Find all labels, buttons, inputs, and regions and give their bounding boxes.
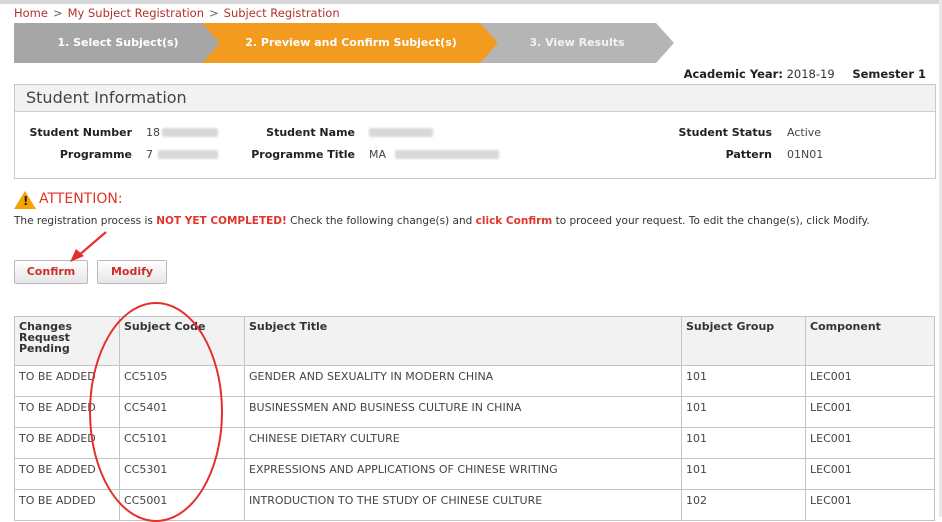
programme-title-value: MA (369, 148, 387, 161)
breadcrumb-my-registration-link[interactable]: My Subject Registration (68, 6, 204, 20)
student-status-value: Active (787, 126, 822, 139)
breadcrumb: Home > My Subject Registration > Subject Reg… (14, 6, 340, 20)
breadcrumb-separator: > (52, 6, 63, 20)
modify-button[interactable]: Modify (97, 260, 167, 284)
cell-subject-group: 102 (681, 489, 806, 521)
msg-text-2: Check the following change(s) and (286, 215, 476, 227)
programme-value: 7 (146, 148, 153, 161)
redacted-block (162, 128, 218, 137)
subjects-table: Changes Request Pending Subject Code Sub… (14, 316, 935, 521)
msg-text-1: The registration process is (14, 215, 157, 227)
breadcrumb-home-link[interactable]: Home (14, 6, 48, 20)
student-info-title: Student Information (15, 85, 935, 112)
cell-subject-title: CHINESE DIETARY CULTURE (244, 427, 682, 459)
cell-subject-title: EXPRESSIONS AND APPLICATIONS OF CHINESE … (244, 458, 682, 490)
cell-subject-code: CC5101 (119, 427, 245, 459)
cell-subject-group: 101 (681, 427, 806, 459)
academic-year-label: Academic Year: (683, 67, 783, 81)
cell-component: LEC001 (805, 458, 935, 490)
msg-click-confirm: click Confirm (475, 215, 553, 227)
redacted-block (369, 128, 433, 137)
cell-component: LEC001 (805, 365, 935, 397)
cell-component: LEC001 (805, 427, 935, 459)
cell-subject-title: BUSINESSMEN AND BUSINESS CULTURE IN CHIN… (244, 396, 682, 428)
redacted-block (395, 150, 499, 159)
cell-component: LEC001 (805, 396, 935, 428)
academic-year-value: 2018-19 (786, 67, 835, 81)
cell-subject-code: CC5105 (119, 365, 245, 397)
pattern-value: 01N01 (787, 148, 824, 161)
annotation-arrow-line (77, 231, 107, 257)
cell-subject-title: GENDER AND SEXUALITY IN MODERN CHINA (244, 365, 682, 397)
academic-year-row: Academic Year: 2018-19 Semester 1 (684, 67, 926, 81)
warning-icon-mark: ! (23, 194, 29, 208)
attention-message: The registration process is NOT YET COMP… (14, 215, 930, 227)
breadcrumb-current: Subject Registration (223, 6, 340, 20)
step-select-subjects: 1. Select Subject(s) (14, 23, 222, 63)
student-name-label: Student Name (266, 126, 355, 139)
step-preview-confirm: 2. Preview and Confirm Subject(s) (202, 23, 500, 63)
table-row: TO BE ADDED CC5105 GENDER AND SEXUALITY … (14, 365, 935, 397)
pattern-label: Pattern (725, 148, 772, 161)
cell-subject-group: 101 (681, 365, 806, 397)
window-top-edge (0, 0, 942, 4)
table-row: TO BE ADDED CC5401 BUSINESSMEN AND BUSIN… (14, 396, 935, 428)
student-info-panel: Student Information Student Number 18 Pr… (14, 84, 936, 179)
cell-subject-group: 101 (681, 458, 806, 490)
header-subject-title: Subject Title (244, 316, 682, 366)
cell-subject-group: 101 (681, 396, 806, 428)
cell-change: TO BE ADDED (14, 396, 120, 428)
semester-label: Semester 1 (852, 67, 926, 81)
cell-change: TO BE ADDED (14, 458, 120, 490)
programme-title-label: Programme Title (251, 148, 355, 161)
cell-component: LEC001 (805, 489, 935, 521)
step-view-results: 3. View Results (480, 23, 674, 63)
student-number-label: Student Number (29, 126, 132, 139)
msg-not-completed: NOT YET COMPLETED! (156, 215, 287, 227)
header-changes-pending: Changes Request Pending (14, 316, 120, 366)
cell-subject-code: CC5001 (119, 489, 245, 521)
table-row: TO BE ADDED CC5001 INTRODUCTION TO THE S… (14, 489, 935, 521)
cell-change: TO BE ADDED (14, 365, 120, 397)
cell-subject-code: CC5401 (119, 396, 245, 428)
cell-subject-code: CC5301 (119, 458, 245, 490)
student-number-value: 18 (146, 126, 160, 139)
header-component: Component (805, 316, 935, 366)
progress-steps: 1. Select Subject(s) 2. Preview and Conf… (14, 23, 674, 63)
msg-text-3: to proceed your request. To edit the cha… (552, 215, 870, 227)
header-subject-group: Subject Group (681, 316, 806, 366)
cell-subject-title: INTRODUCTION TO THE STUDY OF CHINESE CUL… (244, 489, 682, 521)
table-row: TO BE ADDED CC5301 EXPRESSIONS AND APPLI… (14, 458, 935, 490)
table-header-row: Changes Request Pending Subject Code Sub… (14, 316, 935, 366)
confirm-button[interactable]: Confirm (14, 260, 88, 284)
cell-change: TO BE ADDED (14, 489, 120, 521)
header-subject-code: Subject Code (119, 316, 245, 366)
redacted-block (158, 150, 218, 159)
table-row: TO BE ADDED CC5101 CHINESE DIETARY CULTU… (14, 427, 935, 459)
breadcrumb-separator: > (209, 6, 219, 20)
student-status-label: Student Status (678, 126, 772, 139)
programme-label: Programme (59, 148, 132, 161)
attention-title: ATTENTION: (39, 191, 123, 207)
cell-change: TO BE ADDED (14, 427, 120, 459)
